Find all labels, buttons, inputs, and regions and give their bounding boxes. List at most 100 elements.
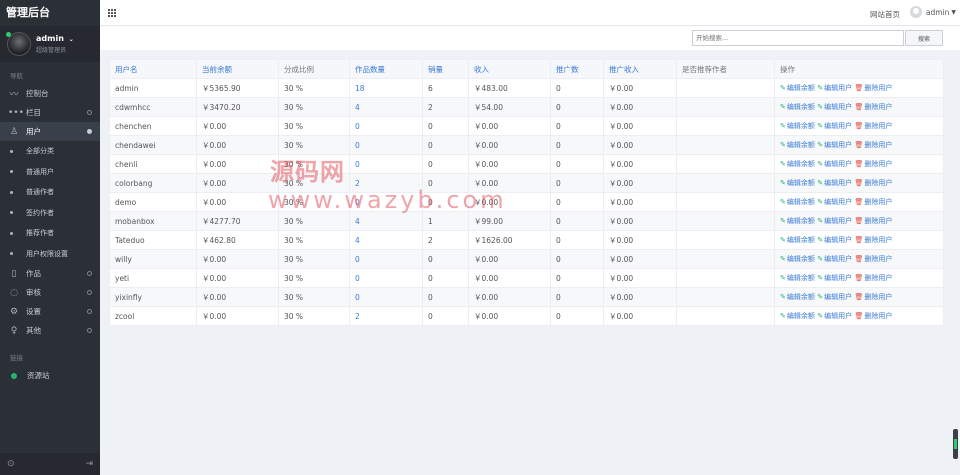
- column-header-promo-count[interactable]: 推广数: [550, 59, 604, 79]
- sidebar-link-resource-site[interactable]: 资源站: [0, 366, 100, 385]
- cell-recommended: [676, 78, 775, 98]
- edit-balance-link[interactable]: ✎编辑余额: [780, 103, 815, 111]
- delete-user-link[interactable]: 🗑删除用户: [855, 179, 893, 187]
- edit-balance-link[interactable]: ✎编辑余额: [780, 293, 815, 301]
- sidebar-item-works[interactable]: ▯ 作品: [0, 264, 100, 283]
- sidebar-item-users[interactable]: ♙ 用户: [0, 122, 100, 141]
- cell-works-link[interactable]: 0: [349, 268, 423, 288]
- search-input[interactable]: [692, 30, 904, 46]
- edit-balance-link[interactable]: ✎编辑余额: [780, 179, 815, 187]
- edit-user-link[interactable]: ✎编辑用户: [817, 103, 852, 111]
- search-button[interactable]: 搜索: [905, 30, 943, 46]
- sidebar-subitem-normal-authors[interactable]: 普通作者: [0, 182, 100, 203]
- cell-works-link[interactable]: 0: [349, 154, 423, 174]
- sidebar-item-other[interactable]: ♀ 其他: [0, 321, 100, 340]
- edit-balance-link[interactable]: ✎编辑余额: [780, 141, 815, 149]
- cell-works-link[interactable]: 0: [349, 249, 423, 269]
- cell-username: zcool: [109, 306, 197, 326]
- edit-balance-link[interactable]: ✎编辑余额: [780, 198, 815, 206]
- table-row: demo ￥0.00 30 % 0 0 ￥0.00 0 ￥0.00 ✎编辑余额 ✎编辑用户 🗑删…: [109, 192, 944, 212]
- sidebar-item-label: 栏目: [26, 108, 41, 117]
- sidebar-footer: ⊙ ⇥: [0, 453, 100, 475]
- action-label: 编辑余额: [786, 293, 815, 301]
- cell-works-link[interactable]: 18: [349, 78, 423, 98]
- delete-user-link[interactable]: 🗑删除用户: [855, 274, 893, 282]
- column-header-promo-income[interactable]: 推广收入: [603, 59, 677, 79]
- trash-icon: 🗑: [854, 274, 864, 282]
- sidebar-item-columns[interactable]: ••• 栏目: [0, 103, 100, 122]
- edit-balance-link[interactable]: ✎编辑余额: [780, 217, 815, 225]
- table-row: chendawei ￥0.00 30 % 0 0 ￥0.00 0 ￥0.00 ✎编辑余额 ✎编辑…: [109, 135, 944, 155]
- edit-user-link[interactable]: ✎编辑用户: [817, 198, 852, 206]
- delete-user-link[interactable]: 🗑删除用户: [855, 236, 893, 244]
- delete-user-link[interactable]: 🗑删除用户: [855, 103, 893, 111]
- cell-works-link[interactable]: 2: [349, 306, 423, 326]
- delete-user-link[interactable]: 🗑删除用户: [855, 293, 893, 301]
- edit-balance-link[interactable]: ✎编辑余额: [780, 236, 815, 244]
- settings-icon[interactable]: ⊙: [7, 459, 15, 469]
- edit-user-link[interactable]: ✎编辑用户: [817, 236, 852, 244]
- delete-user-link[interactable]: 🗑删除用户: [855, 141, 893, 149]
- edit-user-link[interactable]: ✎编辑用户: [817, 312, 852, 320]
- edit-balance-link[interactable]: ✎编辑余额: [780, 122, 815, 130]
- cell-works-link[interactable]: 4: [349, 230, 423, 250]
- column-header-sales[interactable]: 销量: [422, 59, 469, 79]
- column-header-username[interactable]: 用户名: [109, 59, 197, 79]
- edit-balance-link[interactable]: ✎编辑余额: [780, 84, 815, 92]
- delete-user-link[interactable]: 🗑删除用户: [855, 160, 893, 168]
- logout-icon[interactable]: ⇥: [85, 459, 93, 469]
- sidebar-item-settings[interactable]: ⚙ 设置: [0, 302, 100, 321]
- sidebar-subitem-recommended-authors[interactable]: 推荐作者: [0, 223, 100, 244]
- action-label: 编辑余额: [786, 255, 815, 263]
- site-home-link[interactable]: 网站首页: [870, 9, 900, 20]
- edit-user-link[interactable]: ✎编辑用户: [817, 141, 852, 149]
- edit-user-link[interactable]: ✎编辑用户: [817, 84, 852, 92]
- sidebar-subitem-all-categories[interactable]: 全部分类: [0, 141, 100, 162]
- cell-works-link[interactable]: 0: [349, 116, 423, 136]
- sidebar-subitem-signed-authors[interactable]: 签约作者: [0, 203, 100, 224]
- cell-works-link[interactable]: 4: [349, 97, 423, 117]
- delete-user-link[interactable]: 🗑删除用户: [855, 312, 893, 320]
- trash-icon: 🗑: [854, 312, 864, 320]
- edit-user-link[interactable]: ✎编辑用户: [817, 179, 852, 187]
- cell-works-link[interactable]: 0: [349, 287, 423, 307]
- edit-balance-link[interactable]: ✎编辑余额: [780, 255, 815, 263]
- cell-promo-count: 0: [550, 154, 604, 174]
- edit-balance-link[interactable]: ✎编辑余额: [780, 312, 815, 320]
- cell-promo-income: ￥0.00: [603, 287, 677, 307]
- delete-user-link[interactable]: 🗑删除用户: [855, 198, 893, 206]
- column-header-balance[interactable]: 当前余额: [196, 59, 279, 79]
- table-row: colorbang ￥0.00 30 % 2 0 ￥0.00 0 ￥0.00 ✎编辑余额 ✎编辑…: [109, 173, 944, 193]
- profile-name[interactable]: admin ⌄: [36, 34, 100, 43]
- sidebar-item-dashboard[interactable]: 〰 控制台: [0, 84, 100, 103]
- edit-user-link[interactable]: ✎编辑用户: [817, 122, 852, 130]
- edit-user-link[interactable]: ✎编辑用户: [817, 255, 852, 263]
- edit-balance-link[interactable]: ✎编辑余额: [780, 160, 815, 168]
- delete-user-link[interactable]: 🗑删除用户: [855, 217, 893, 225]
- delete-user-link[interactable]: 🗑删除用户: [855, 84, 893, 92]
- edit-user-link[interactable]: ✎编辑用户: [817, 293, 852, 301]
- grid-menu-icon[interactable]: [108, 9, 116, 17]
- section-label-links: 链接: [10, 354, 23, 362]
- delete-user-link[interactable]: 🗑删除用户: [855, 122, 893, 130]
- column-header-works[interactable]: 作品数量: [349, 59, 423, 79]
- cell-works-link[interactable]: 4: [349, 211, 423, 231]
- action-label: 编辑用户: [824, 141, 853, 149]
- edit-user-link[interactable]: ✎编辑用户: [817, 160, 852, 168]
- cell-username: demo: [109, 192, 197, 212]
- cell-works-link[interactable]: 0: [349, 135, 423, 155]
- sidebar-subitem-normal-users[interactable]: 普通用户: [0, 162, 100, 183]
- sidebar-item-review[interactable]: ◌ 审核: [0, 283, 100, 302]
- profile-role: 超级管理员: [36, 47, 67, 54]
- user-menu[interactable]: admin ▼: [909, 6, 956, 18]
- sidebar-subitem-permissions[interactable]: 用户权限设置: [0, 244, 100, 265]
- delete-user-link[interactable]: 🗑删除用户: [855, 255, 893, 263]
- column-header-income[interactable]: 收入: [468, 59, 551, 79]
- edit-user-link[interactable]: ✎编辑用户: [817, 217, 852, 225]
- scrollbar-handle[interactable]: [953, 429, 958, 459]
- profile-card[interactable]: admin ⌄ 超级管理员: [0, 26, 100, 62]
- sidebar-subitem-label: 用户权限设置: [26, 249, 68, 258]
- edit-user-link[interactable]: ✎编辑用户: [817, 274, 852, 282]
- sidebar-subitem-label: 普通用户: [26, 167, 54, 176]
- edit-balance-link[interactable]: ✎编辑余额: [780, 274, 815, 282]
